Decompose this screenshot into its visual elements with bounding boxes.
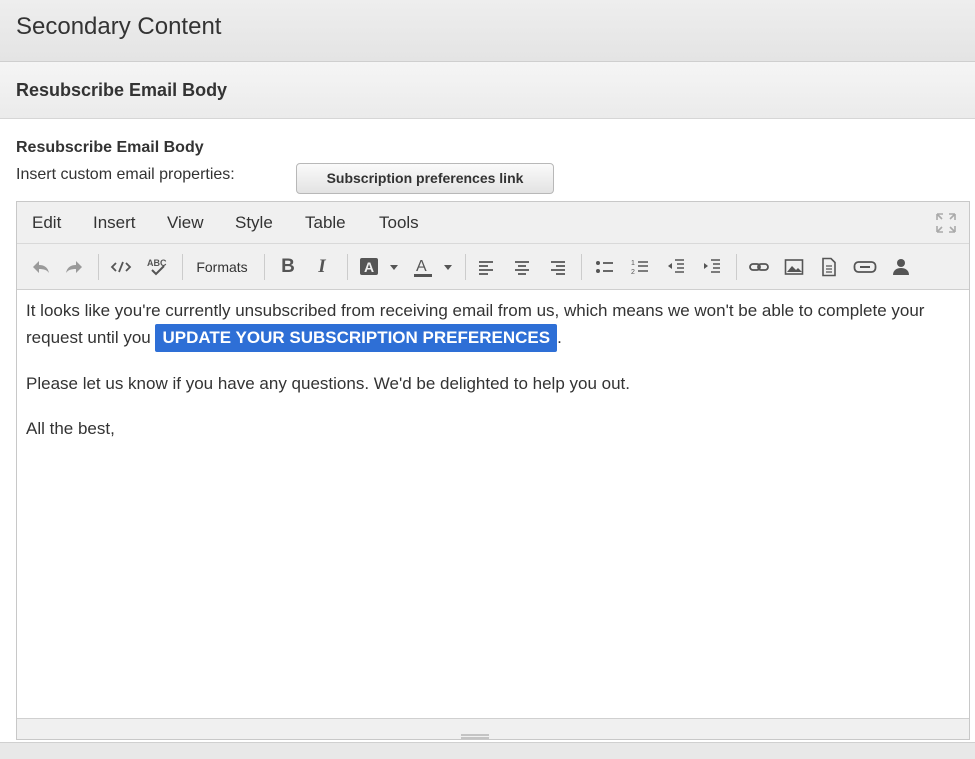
formats-dropdown[interactable]: Formats	[191, 254, 253, 280]
update-subscription-preferences-link[interactable]: UPDATE YOUR SUBSCRIPTION PREFERENCES	[155, 324, 558, 352]
button-icon[interactable]	[852, 254, 878, 280]
link-icon[interactable]	[747, 254, 771, 280]
body-text-end: .	[557, 328, 562, 347]
toolbar-separator	[581, 254, 582, 280]
redo-icon[interactable]	[62, 254, 86, 280]
editor-toolbar: ABC Formats B I A A 12	[17, 243, 969, 290]
fullscreen-icon[interactable]	[935, 212, 957, 234]
subscription-preferences-link-button[interactable]: Subscription preferences link	[296, 163, 554, 194]
person-icon[interactable]	[889, 254, 913, 280]
menu-edit[interactable]: Edit	[32, 213, 61, 233]
toolbar-separator	[264, 254, 265, 280]
editor-menubar: Edit Insert View Style Table Tools	[17, 202, 969, 243]
italic-button[interactable]: I	[310, 254, 334, 280]
custom-properties-label: Insert custom email properties:	[16, 166, 235, 183]
menu-tools[interactable]: Tools	[379, 213, 419, 233]
menu-insert[interactable]: Insert	[93, 213, 136, 233]
toolbar-separator	[736, 254, 737, 280]
resize-handle[interactable]	[461, 727, 489, 739]
image-icon[interactable]	[782, 254, 806, 280]
toolbar-separator	[182, 254, 183, 280]
indent-icon[interactable]	[700, 254, 724, 280]
page-footer-strip	[0, 742, 975, 759]
body-paragraph: All the best,	[26, 419, 115, 438]
template-icon[interactable]	[817, 254, 841, 280]
editor-statusbar	[17, 718, 969, 739]
rich-text-editor: Edit Insert View Style Table Tools ABC F…	[16, 201, 970, 740]
svg-text:1: 1	[631, 260, 635, 267]
body-paragraph: Please let us know if you have any quest…	[26, 374, 630, 393]
toolbar-separator	[98, 254, 99, 280]
editor-content-area[interactable]: It looks like you're currently unsubscri…	[17, 290, 969, 718]
background-color-icon[interactable]: A	[357, 254, 403, 280]
align-left-icon[interactable]	[474, 254, 498, 280]
svg-text:2: 2	[631, 269, 635, 276]
section-title: Secondary Content	[16, 13, 222, 40]
undo-icon[interactable]	[29, 254, 53, 280]
svg-text:A: A	[416, 258, 427, 275]
toolbar-separator	[347, 254, 348, 280]
outdent-icon[interactable]	[664, 254, 688, 280]
spellcheck-icon[interactable]: ABC	[144, 254, 170, 280]
menu-view[interactable]: View	[167, 213, 204, 233]
subsection-header[interactable]: Resubscribe Email Body	[0, 62, 975, 119]
menu-style[interactable]: Style	[235, 213, 273, 233]
svg-text:A: A	[364, 259, 374, 275]
section-header: Secondary Content	[0, 0, 975, 62]
body-paragraph: It looks like you're currently unsubscri…	[26, 298, 960, 352]
text-color-icon[interactable]: A	[411, 254, 457, 280]
bold-button[interactable]: B	[276, 254, 300, 280]
numbered-list-icon[interactable]: 12	[628, 254, 652, 280]
field-title: Resubscribe Email Body	[16, 139, 204, 156]
subsection-title: Resubscribe Email Body	[16, 80, 228, 100]
align-center-icon[interactable]	[510, 254, 534, 280]
align-right-icon[interactable]	[546, 254, 570, 280]
menu-table[interactable]: Table	[305, 213, 346, 233]
toolbar-separator	[465, 254, 466, 280]
source-code-icon[interactable]	[108, 254, 134, 280]
bullet-list-icon[interactable]	[593, 254, 617, 280]
